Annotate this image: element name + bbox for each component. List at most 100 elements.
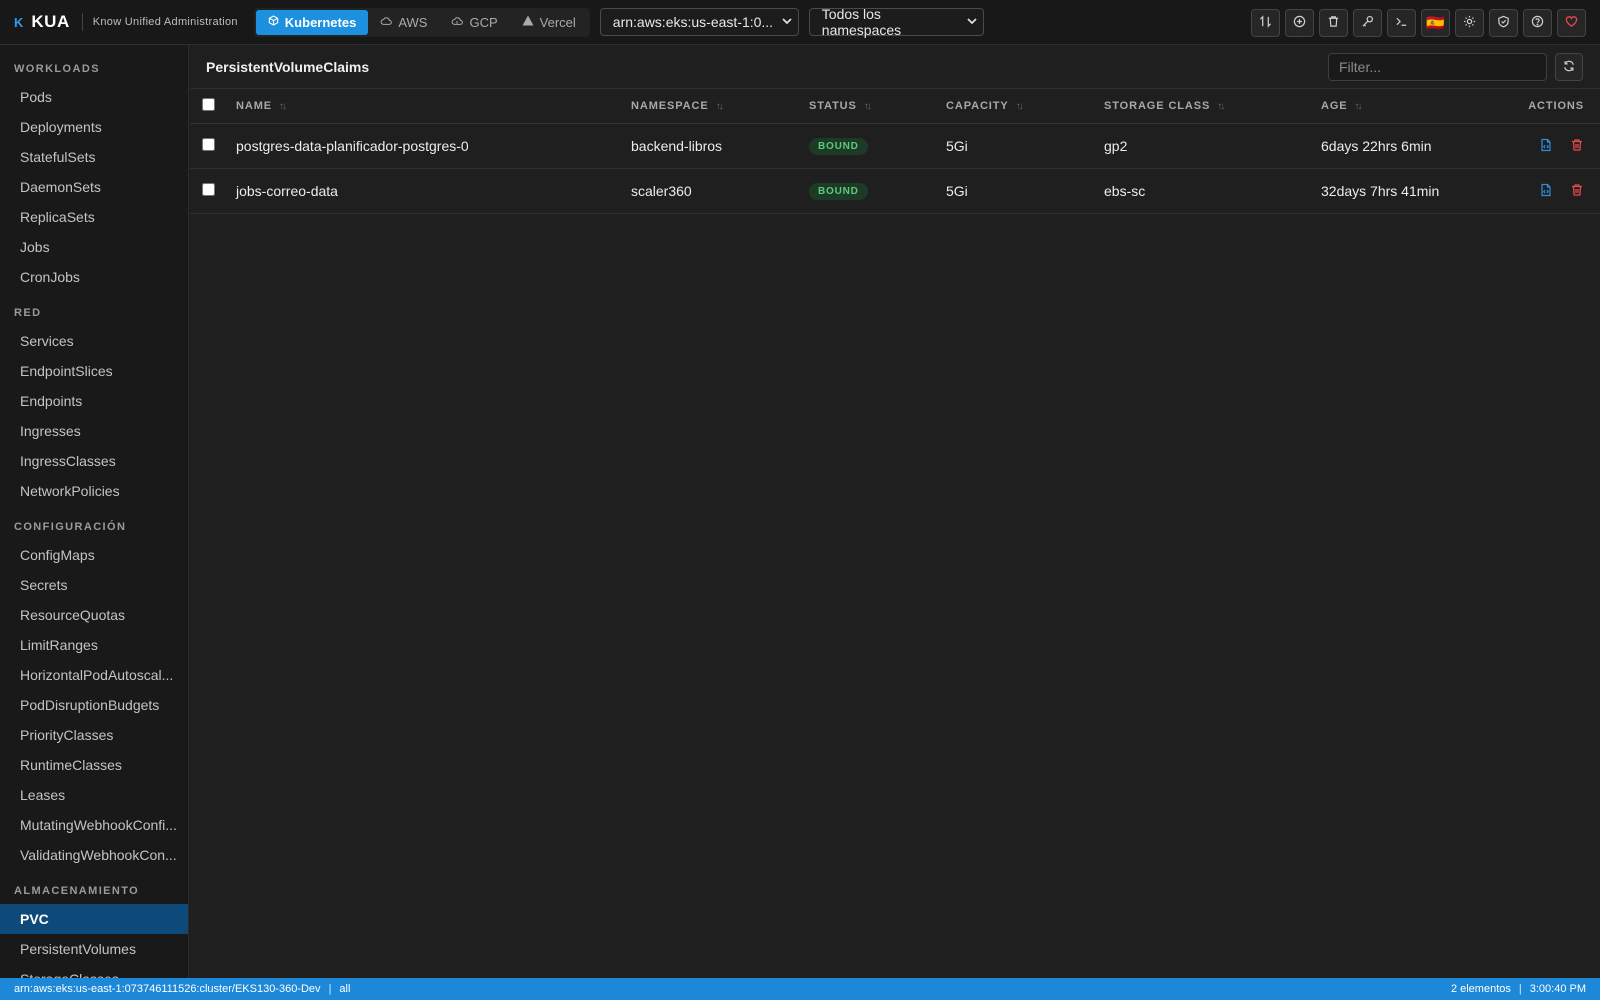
- provider-tabs: Kubernetes AWS GCP Vercel: [253, 7, 590, 37]
- table-header: NAME ↑↓ NAMESPACE ↑↓ STATUS ↑↓ CAPACITY ↑↓ S…: [190, 89, 1600, 123]
- terminal-button[interactable]: [1387, 9, 1416, 37]
- tab-label: Kubernetes: [284, 14, 357, 30]
- sidebar-item-pods[interactable]: Pods: [0, 82, 188, 112]
- sort-icon: ↑↓: [715, 100, 724, 112]
- app-logo[interactable]: K KUA: [14, 12, 70, 32]
- sidebar-item-secrets[interactable]: Secrets: [0, 570, 188, 600]
- theme-toggle-button[interactable]: [1455, 9, 1484, 37]
- select-all-checkbox[interactable]: [202, 97, 215, 111]
- tab-gcp[interactable]: GCP: [439, 10, 509, 35]
- column-header-status[interactable]: STATUS ↑↓: [809, 89, 946, 123]
- port-forward-button[interactable]: [1251, 9, 1280, 37]
- terminal-icon: [1395, 15, 1408, 31]
- sort-icon: ↑↓: [1015, 100, 1024, 112]
- language-button[interactable]: 🇪🇸: [1421, 9, 1450, 37]
- sidebar-item-deployments[interactable]: Deployments: [0, 112, 188, 142]
- sidebar-item-persistentvolumes[interactable]: PersistentVolumes: [0, 934, 188, 964]
- refresh-button[interactable]: [1555, 53, 1583, 81]
- cloud-icon: [451, 16, 464, 29]
- sidebar-item-daemonsets[interactable]: DaemonSets: [0, 172, 188, 202]
- column-header-age[interactable]: AGE ↑↓: [1321, 89, 1520, 123]
- port-forward-icon: [1259, 15, 1272, 31]
- sidebar-item-endpointslices[interactable]: EndpointSlices: [0, 356, 188, 386]
- sidebar-item-storageclasses[interactable]: StorageClasses: [0, 964, 188, 978]
- add-resource-button[interactable]: [1285, 9, 1314, 37]
- file-code-icon: [1539, 139, 1553, 155]
- sidebar-item-ingressclasses[interactable]: IngressClasses: [0, 446, 188, 476]
- spain-flag-icon: 🇪🇸: [1426, 15, 1445, 32]
- cell-capacity: 5Gi: [946, 137, 968, 154]
- namespace-select[interactable]: Todos los namespaces: [808, 6, 984, 38]
- security-button[interactable]: [1489, 9, 1518, 37]
- table-row[interactable]: jobs-correo-data scaler360 BOUND 5Gi ebs…: [190, 168, 1600, 213]
- delete-button[interactable]: [1568, 138, 1584, 154]
- sidebar-item-hpa[interactable]: HorizontalPodAutoscal...: [0, 660, 188, 690]
- main-content: PersistentVolumeClaims Filter... NAME ↑↓…: [190, 45, 1600, 978]
- trash-icon: [1570, 184, 1584, 200]
- top-bar: K KUA Know Unified Administration Kubern…: [0, 0, 1600, 45]
- sidebar-item-leases[interactable]: Leases: [0, 780, 188, 810]
- sidebar-item-services[interactable]: Services: [0, 326, 188, 356]
- key-icon: [1361, 15, 1374, 31]
- cell-storage-class: gp2: [1104, 137, 1128, 154]
- table-row[interactable]: postgres-data-planificador-postgres-0 ba…: [190, 123, 1600, 168]
- tab-label: GCP: [469, 14, 498, 30]
- logo-mark: K: [14, 14, 24, 30]
- sidebar-item-mutatingwebhooks[interactable]: MutatingWebhookConfi...: [0, 810, 188, 840]
- delete-tool-button[interactable]: [1319, 9, 1348, 37]
- file-code-icon: [1539, 184, 1553, 200]
- cell-namespace: backend-libros: [631, 137, 723, 154]
- sidebar-item-statefulsets[interactable]: StatefulSets: [0, 142, 188, 172]
- sidebar-item-jobs[interactable]: Jobs: [0, 232, 188, 262]
- sidebar-item-replicasets[interactable]: ReplicaSets: [0, 202, 188, 232]
- sidebar-item-cronjobs[interactable]: CronJobs: [0, 262, 188, 292]
- app-subtitle: Know Unified Administration: [92, 16, 238, 28]
- sidebar-item-poddisruptionbudgets[interactable]: PodDisruptionBudgets: [0, 690, 188, 720]
- cell-age: 6days 22hrs 6min: [1321, 137, 1432, 154]
- tab-aws[interactable]: AWS: [368, 10, 439, 35]
- tab-vercel[interactable]: Vercel: [510, 10, 588, 35]
- chevron-down-icon: [782, 17, 792, 28]
- status-cluster: arn:aws:eks:us-east-1:073746111526:clust…: [14, 983, 321, 995]
- sidebar-item-priorityclasses[interactable]: PriorityClasses: [0, 720, 188, 750]
- cluster-select-value: arn:aws:eks:us-east-1:0...: [612, 14, 774, 30]
- delete-button[interactable]: [1568, 183, 1584, 199]
- sidebar-item-runtimeclasses[interactable]: RuntimeClasses: [0, 750, 188, 780]
- column-header-storage-class[interactable]: STORAGE CLASS ↑↓: [1104, 89, 1321, 123]
- row-checkbox[interactable]: [202, 182, 215, 196]
- pvc-table: NAME ↑↓ NAMESPACE ↑↓ STATUS ↑↓ CAPACITY ↑↓ S…: [190, 89, 1600, 214]
- sidebar-item-configmaps[interactable]: ConfigMaps: [0, 540, 188, 570]
- tab-kubernetes[interactable]: Kubernetes: [255, 9, 369, 35]
- sidebar-item-ingresses[interactable]: Ingresses: [0, 416, 188, 446]
- row-checkbox[interactable]: [202, 137, 215, 151]
- logo-divider: [81, 13, 83, 31]
- help-button[interactable]: [1523, 9, 1552, 37]
- sort-icon: ↑↓: [279, 100, 287, 112]
- sidebar-item-networkpolicies[interactable]: NetworkPolicies: [0, 476, 188, 506]
- main-header: PersistentVolumeClaims: [190, 45, 1600, 89]
- view-yaml-button[interactable]: [1537, 183, 1553, 199]
- credentials-button[interactable]: [1353, 9, 1382, 37]
- sidebar-item-validatingwebhooks[interactable]: ValidatingWebhookCon...: [0, 840, 188, 870]
- page-title: PersistentVolumeClaims: [206, 58, 370, 75]
- column-header-namespace[interactable]: NAMESPACE ↑↓: [631, 89, 809, 123]
- sun-icon: [1463, 15, 1476, 31]
- column-header-capacity[interactable]: CAPACITY ↑↓: [946, 89, 1104, 123]
- sidebar-item-pvc[interactable]: PVC: [0, 904, 188, 934]
- sidebar: WORKLOADS Pods Deployments StatefulSets …: [0, 45, 189, 978]
- cell-age: 32days 7hrs 41min: [1321, 182, 1440, 199]
- sidebar-item-endpoints[interactable]: Endpoints: [0, 386, 188, 416]
- cell-name: postgres-data-planificador-postgres-0: [236, 137, 469, 154]
- cluster-select[interactable]: arn:aws:eks:us-east-1:0...: [599, 8, 799, 36]
- status-item-count: 2 elementos: [1450, 983, 1511, 995]
- favorite-button[interactable]: [1557, 9, 1586, 37]
- cell-capacity: 5Gi: [946, 182, 968, 199]
- column-header-name[interactable]: NAME ↑↓: [236, 89, 631, 123]
- triangle-icon: [522, 15, 534, 29]
- sidebar-item-limitranges[interactable]: LimitRanges: [0, 630, 188, 660]
- app-name: KUA: [31, 12, 70, 31]
- filter-input[interactable]: [1328, 53, 1547, 81]
- status-clock: 3:00:40 PM: [1529, 983, 1586, 995]
- view-yaml-button[interactable]: [1537, 138, 1553, 154]
- sidebar-item-resourcequotas[interactable]: ResourceQuotas: [0, 600, 188, 630]
